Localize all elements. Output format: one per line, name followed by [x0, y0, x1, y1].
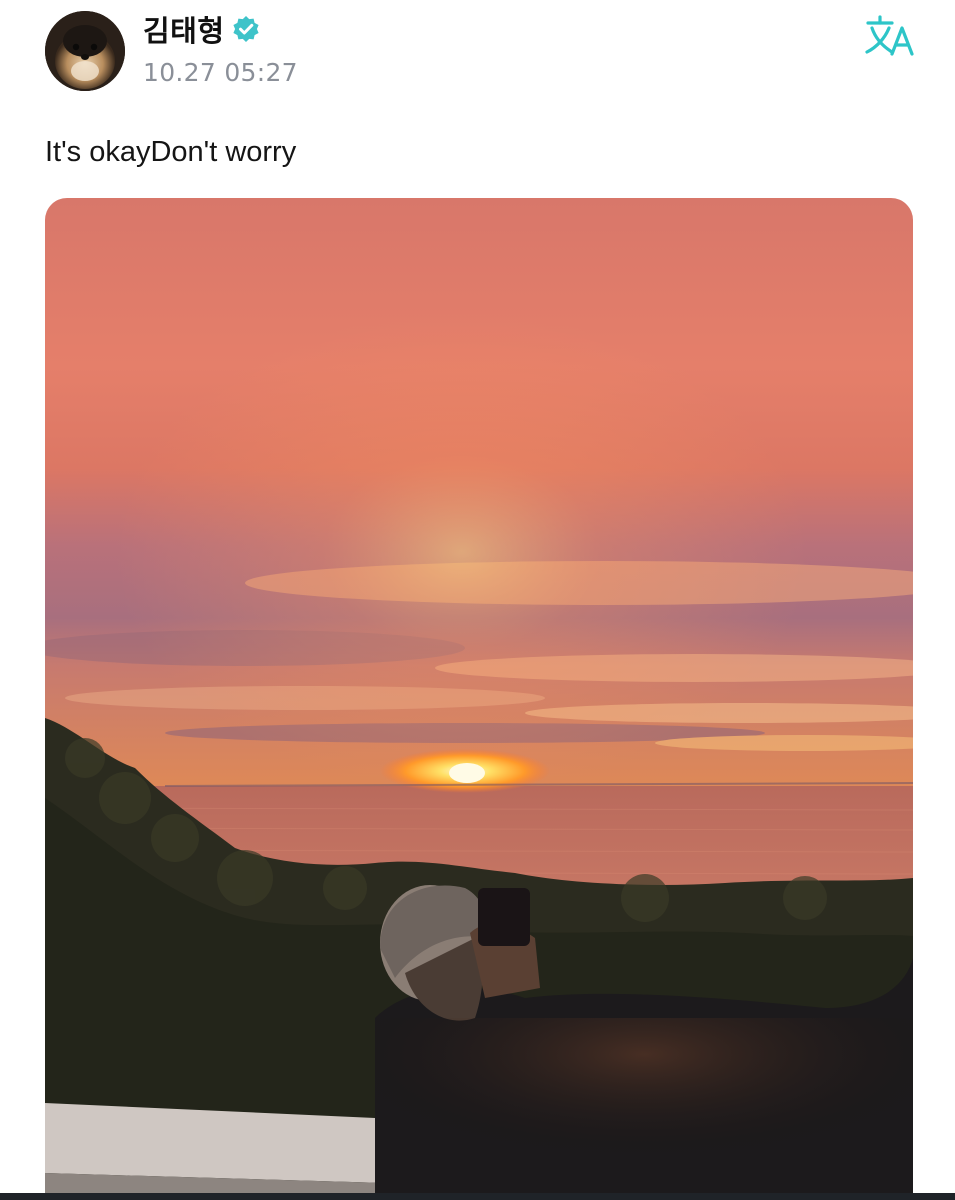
post-text: It's okayDon't worry: [45, 136, 297, 168]
verified-badge-icon: [231, 14, 261, 44]
author-name-row[interactable]: 김태형: [143, 8, 261, 50]
sunset-photo-image: [45, 198, 913, 1200]
author-name[interactable]: 김태형: [143, 8, 225, 50]
author-avatar[interactable]: [45, 11, 125, 91]
dog-avatar-icon: [45, 11, 125, 91]
translate-button[interactable]: [862, 14, 918, 60]
post-photo[interactable]: [45, 198, 913, 1200]
translate-icon: [865, 15, 914, 56]
bottom-edge-bar: [0, 1193, 955, 1200]
post-timestamp: 10.27 05:27: [143, 58, 298, 87]
